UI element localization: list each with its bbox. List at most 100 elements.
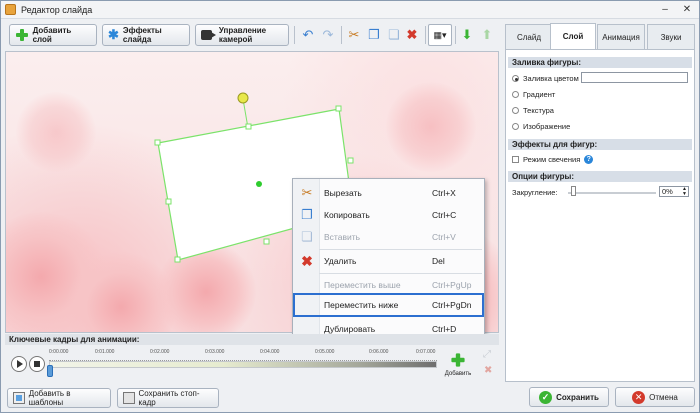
checkmark-icon: ✓ — [539, 390, 553, 404]
menu-item-label: Переместить выше — [324, 280, 401, 290]
fill-option-color[interactable]: Заливка цветом — [512, 74, 579, 83]
menu-item-shortcut: Ctrl+D — [432, 324, 457, 334]
tab-animation[interactable]: Анимация — [597, 24, 645, 49]
menu-item-copy[interactable]: ❐ Копировать Ctrl+C — [293, 204, 484, 226]
minimize-button[interactable]: – — [655, 3, 675, 16]
menu-item-move-down[interactable]: Переместить ниже Ctrl+PgDn — [293, 293, 484, 317]
toolbar-divider — [455, 26, 456, 44]
toolbar-divider — [294, 26, 295, 44]
close-window-button[interactable]: ✕ — [677, 3, 697, 16]
radio-icon — [512, 91, 519, 98]
fill-option-label: Заливка цветом — [523, 74, 579, 83]
add-to-templates-label: Добавить в шаблоны — [28, 389, 71, 407]
fill-color-picker[interactable] — [581, 72, 688, 83]
rounding-slider-handle[interactable] — [571, 186, 576, 196]
timeline-tick: 0:02.000 — [150, 349, 170, 355]
add-layer-button[interactable]: Добавить слой — [9, 24, 97, 46]
toolbar: Добавить слой ✱ Эффекты слайда Управлени… — [1, 20, 501, 50]
paste-icon: ❏ — [301, 229, 313, 244]
tab-layer[interactable]: Слой — [550, 23, 596, 49]
move-down-icon[interactable]: ⬇ — [457, 24, 477, 46]
tab-slide[interactable]: Слайд — [505, 24, 553, 49]
add-layer-label: Добавить слой — [32, 26, 72, 44]
menu-item-label: Переместить ниже — [324, 300, 399, 310]
app-icon — [5, 4, 16, 15]
timeline-tick: 0:00.000 — [49, 349, 69, 355]
move-up-icon[interactable]: ⬆ — [477, 24, 497, 46]
radio-icon — [512, 123, 519, 130]
spinner-icon[interactable]: ▲ ▼ — [682, 187, 687, 197]
rounding-label: Закругление: — [512, 188, 558, 197]
paste-icon[interactable]: ❏ — [384, 24, 404, 46]
window-title: Редактор слайда — [21, 5, 93, 15]
keyframe-track[interactable] — [49, 361, 437, 368]
fill-option-image[interactable]: Изображение — [512, 122, 570, 131]
rounding-slider[interactable] — [568, 192, 656, 194]
camera-icon — [201, 30, 216, 40]
help-icon[interactable]: ? — [584, 155, 594, 164]
copy-icon: ❐ — [301, 207, 313, 222]
rounding-value-input[interactable]: 0% ▲ ▼ — [659, 186, 689, 197]
add-keyframe-button[interactable]: Добавить — [438, 351, 478, 381]
glow-mode-checkbox[interactable]: Режим свечения ? — [512, 155, 594, 164]
timeline-tick: 0:03.000 — [205, 349, 225, 355]
menu-item-shortcut: Ctrl+PgUp — [432, 280, 472, 290]
cut-icon[interactable]: ✂ — [344, 24, 364, 46]
cancel-button[interactable]: ✕ Отмена — [615, 387, 695, 407]
resize-icon: ⤢ — [483, 349, 491, 360]
stop-icon — [34, 361, 40, 367]
menu-item-shortcut: Ctrl+V — [432, 232, 456, 242]
redo-icon[interactable]: ↷ — [318, 24, 338, 46]
save-button[interactable]: ✓ Сохранить — [529, 387, 609, 407]
rounding-value: 0% — [662, 187, 673, 196]
timeline-ruler: 0:00.000 0:01.000 0:02.000 0:03.000 0:04… — [49, 349, 437, 361]
fill-option-gradient[interactable]: Градиент — [512, 90, 555, 99]
menu-item-shortcut: Ctrl+PgDn — [432, 300, 472, 310]
stop-button[interactable] — [29, 356, 45, 372]
save-frame-button[interactable]: Сохранить стоп-кадр — [117, 388, 219, 408]
toolbar-divider — [341, 26, 342, 44]
remove-keyframe-icon[interactable]: ✖ — [484, 365, 492, 376]
radio-icon — [512, 107, 519, 114]
grid-options-icon[interactable]: ▦▾ — [428, 24, 452, 46]
options-section-header: Опции фигуры: — [508, 171, 692, 182]
toolbar-divider — [425, 26, 426, 44]
menu-item-label: Удалить — [324, 256, 357, 266]
slide-editor-window: Редактор слайда – ✕ Добавить слой ✱ Эффе… — [0, 0, 700, 413]
save-label: Сохранить — [556, 392, 599, 402]
timeline-tick: 0:06.000 — [369, 349, 389, 355]
fill-section-header: Заливка фигуры: — [508, 57, 692, 68]
menu-item-delete[interactable]: ✖ Удалить Del — [293, 250, 484, 272]
delete-icon[interactable]: ✖ — [402, 24, 422, 46]
keyframes-timeline: 0:00.000 0:01.000 0:02.000 0:03.000 0:04… — [5, 345, 499, 381]
menu-item-shortcut: Del — [432, 256, 445, 266]
play-button[interactable] — [11, 356, 27, 372]
plus-icon — [15, 28, 29, 42]
menu-item-shortcut: Ctrl+X — [432, 188, 456, 198]
glow-mode-label: Режим свечения — [523, 155, 581, 164]
undo-icon[interactable]: ↶ — [298, 24, 318, 46]
keyframe-marker[interactable] — [47, 365, 53, 377]
effects-star-icon: ✱ — [108, 27, 119, 42]
timeline-tick: 0:01.000 — [95, 349, 115, 355]
fill-option-label: Градиент — [523, 90, 556, 99]
add-to-templates-button[interactable]: Добавить в шаблоны — [7, 388, 111, 408]
menu-item-label: Вставить — [324, 232, 361, 242]
checkbox-icon — [512, 156, 519, 163]
frame-icon — [123, 392, 135, 404]
menu-item-label: Вырезать — [324, 188, 362, 198]
add-keyframe-label: Добавить — [444, 371, 472, 377]
camera-control-button[interactable]: Управление камерой — [195, 24, 289, 46]
fill-option-texture[interactable]: Текстура — [512, 106, 554, 115]
slide-effects-button[interactable]: ✱ Эффекты слайда — [102, 24, 190, 46]
menu-item-cut[interactable]: ✂ Вырезать Ctrl+X — [293, 182, 484, 204]
menu-item-paste[interactable]: ❏ Вставить Ctrl+V — [293, 226, 484, 248]
properties-panel: Слайд Слой Анимация Звуки Заливка фигуры… — [501, 20, 697, 382]
delete-icon: ✖ — [301, 252, 313, 269]
timeline-tick: 0:07.000 — [416, 349, 436, 355]
timeline-tick: 0:05.000 — [315, 349, 335, 355]
menu-item-label: Дублировать — [324, 324, 376, 334]
tab-sounds[interactable]: Звуки — [647, 24, 695, 49]
copy-icon[interactable]: ❐ — [364, 24, 384, 46]
radio-icon — [512, 75, 519, 82]
